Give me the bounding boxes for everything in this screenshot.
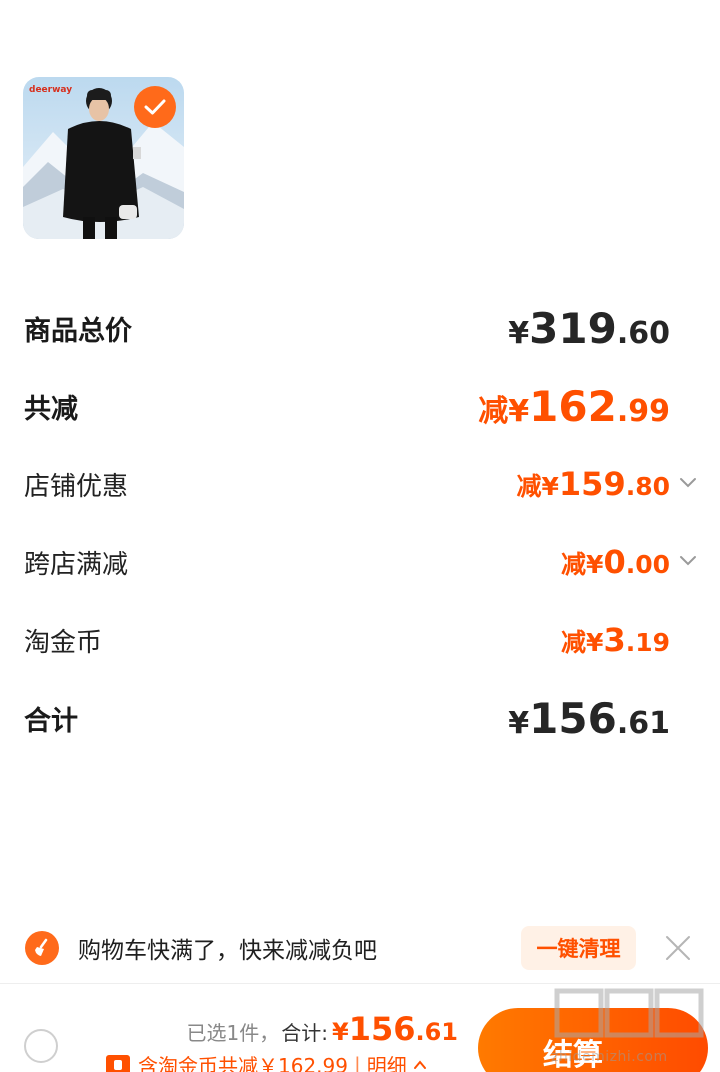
total-discount-value: 减 ¥162.99 bbox=[478, 381, 670, 431]
close-icon[interactable] bbox=[664, 934, 692, 962]
discount-detail[interactable]: 含淘金币共减￥162.99 | 明细 bbox=[106, 1050, 427, 1072]
coins-label: 淘金币 bbox=[24, 627, 103, 658]
summary-row-grand-total: 合计 ¥156.61 bbox=[24, 693, 670, 743]
cross-store-value: 减 ¥0.00 bbox=[561, 543, 670, 581]
broom-icon bbox=[25, 931, 59, 965]
select-all-checkbox[interactable] bbox=[24, 1029, 58, 1063]
total-price-label: 商品总价 bbox=[24, 315, 132, 347]
sum-label: 合计: bbox=[281, 1021, 328, 1045]
grand-total-label: 合计 bbox=[24, 705, 78, 737]
total-discount-label: 共减 bbox=[24, 393, 78, 425]
checkout-button[interactable]: 结算 bbox=[478, 1008, 708, 1072]
bottom-total: 已选1件， 合计: ¥156.61 bbox=[186, 1010, 459, 1048]
chevron-down-icon[interactable] bbox=[678, 472, 698, 492]
one-click-clear-button[interactable]: 一键清理 bbox=[521, 926, 636, 970]
detail-label: 明细 bbox=[366, 1054, 407, 1072]
store-discount-value: 减 ¥159.80 bbox=[516, 465, 670, 503]
check-icon bbox=[144, 99, 166, 115]
cross-store-label: 跨店满减 bbox=[24, 549, 129, 580]
summary-row-store-discount[interactable]: 店铺优惠 减 ¥159.80 bbox=[24, 459, 670, 509]
checkout-bar: 已选1件， 合计: ¥156.61 含淘金币共减￥162.99 | 明细 结算 bbox=[0, 983, 720, 1072]
summary-row-total-discount: 共减 减 ¥162.99 bbox=[24, 381, 670, 431]
summary-row-cross-store[interactable]: 跨店满减 减 ¥0.00 bbox=[24, 537, 670, 587]
item-selected-checkbox[interactable] bbox=[134, 86, 176, 128]
summary-row-total-price: 商品总价 ¥319.60 bbox=[24, 303, 670, 353]
chevron-up-icon bbox=[413, 1059, 426, 1069]
selected-count: 已选1件， bbox=[186, 1021, 280, 1045]
coins-value: 减 ¥3.19 bbox=[561, 621, 670, 659]
product-thumbnail[interactable]: deerway bbox=[23, 77, 184, 239]
total-price-value: ¥319.60 bbox=[508, 303, 670, 353]
summary-row-coins: 淘金币 减 ¥3.19 bbox=[24, 615, 670, 665]
brand-logo: deerway bbox=[29, 85, 73, 95]
cart-full-notice: 购物车快满了，快来减减负吧 一键清理 bbox=[0, 920, 720, 976]
store-discount-label: 店铺优惠 bbox=[24, 471, 129, 502]
chevron-down-icon[interactable] bbox=[678, 550, 698, 570]
discount-text: 含淘金币共减￥162.99 bbox=[138, 1054, 348, 1072]
grand-total-value: ¥156.61 bbox=[508, 693, 670, 743]
notice-text: 购物车快满了，快来减减负吧 bbox=[78, 938, 377, 964]
coupon-icon bbox=[106, 1054, 130, 1072]
